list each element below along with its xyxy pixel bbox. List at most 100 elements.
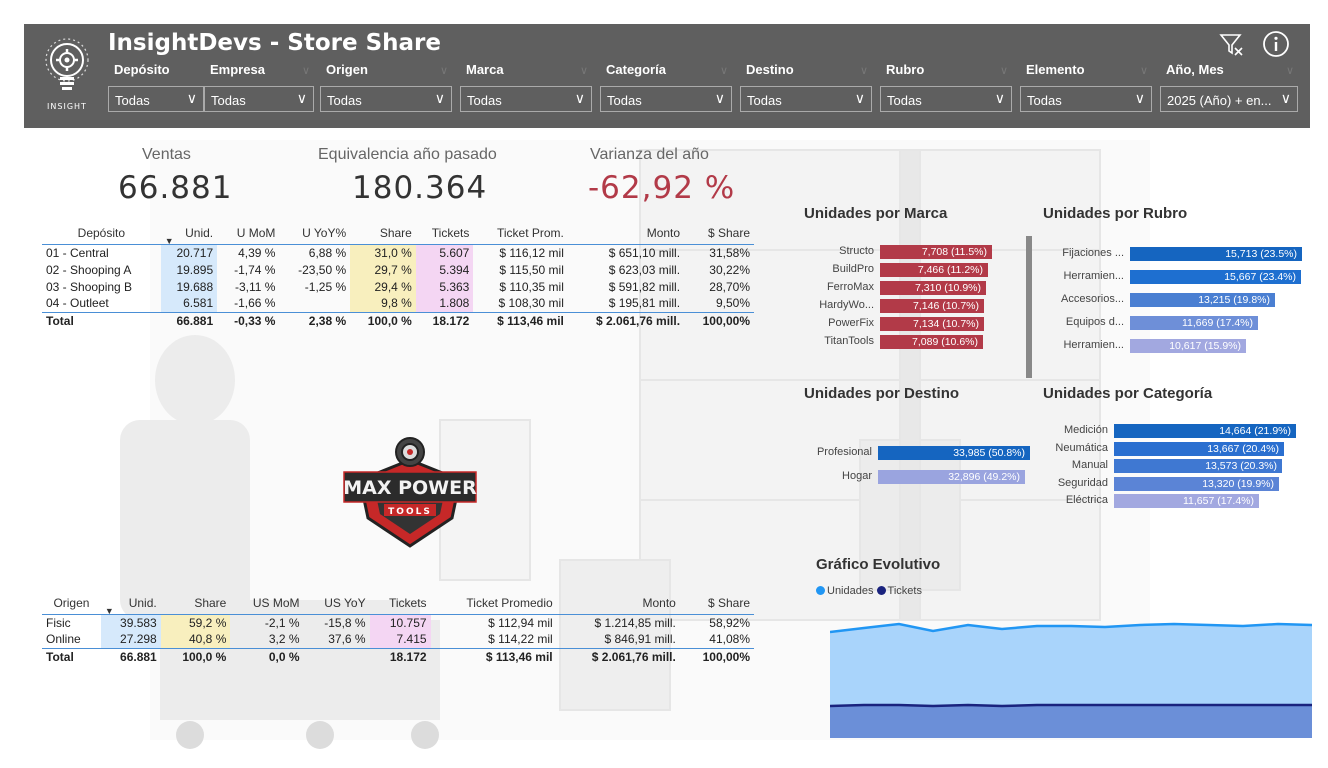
bar-row[interactable]: Hogar 32,896 (49.2%) [842,470,1030,484]
bar[interactable]: 13,573 (20.3%) [1114,459,1282,473]
info-icon[interactable] [1262,30,1290,58]
bar-row[interactable]: Herramien... 10,617 (15.9%) [1063,339,1302,353]
bar[interactable]: 32,896 (49.2%) [878,470,1025,484]
filter-origen-select[interactable]: Todas ∨ [320,86,452,112]
bar-row[interactable]: Herramien... 15,667 (23.4%) [1063,270,1302,284]
col-monto[interactable]: Monto [556,592,680,615]
bar[interactable]: 15,713 (23.5%) [1130,247,1302,261]
sort-desc-icon: ▼ [104,605,114,616]
tickets-line[interactable] [830,703,1312,708]
bar-category-label: Equipos d... [1065,316,1124,328]
filter-marca[interactable]: Marca ∨ Todas ∨ [460,62,592,112]
col-u-yoy[interactable]: U YoY% [279,222,351,245]
bar[interactable]: 7,089 (10.6%) [880,335,983,349]
col-ticket-promedio[interactable]: Ticket Promedio [430,592,557,615]
bar[interactable]: 10,617 (15.9%) [1130,339,1246,353]
filter-categoria-select[interactable]: Todas ∨ [600,86,732,112]
chevron-down-icon: ∨ [186,90,197,106]
col-us-yoy[interactable]: US YoY [303,592,370,615]
filter-anio-mes[interactable]: Año, Mes ∨ 2025 (Año) + en... ∨ [1160,62,1298,112]
scrollbar-track[interactable] [1026,236,1032,378]
bar[interactable]: 15,667 (23.4%) [1130,270,1301,284]
legend-item-unidades[interactable]: Unidades [816,585,873,597]
bar[interactable]: 13,667 (20.4%) [1114,441,1284,456]
bar[interactable]: 7,134 (10.7%) [880,317,984,331]
col-u-mom[interactable]: U MoM [217,222,280,245]
col-unid[interactable]: Unid. ▼ [160,222,218,246]
table-total-row: Total 66.881 -0,33 % 2,38 % 100,0 % 18.1… [42,311,754,329]
bar[interactable]: 7,708 (11.5%) [880,245,992,259]
bar-row[interactable]: Accesorios... 13,215 (19.8%) [1061,293,1302,307]
bar[interactable]: 7,310 (10.9%) [880,281,986,295]
bar-row[interactable]: TitanTools 7,089 (10.6%) [824,335,992,349]
filter-destino-select[interactable]: Todas ∨ [740,86,872,112]
table-row[interactable]: 04 - Outleet 6.581 -1,66 % 9,8 % 1.808 $… [42,295,754,312]
table-row[interactable]: Fisic 39.583 59,2 % -2,1 % -15,8 % 10.75… [42,614,754,631]
col-origen[interactable]: Origen [42,592,101,615]
bar[interactable]: 11,669 (17.4%) [1130,316,1258,330]
filter-rubro-select[interactable]: Todas ∨ [880,86,1012,112]
col-dollar-share[interactable]: $ Share [684,222,754,245]
filter-empresa-select[interactable]: Todas ∨ [204,86,314,112]
bar-row[interactable]: Eléctrica 11,657 (17.4%) [1066,494,1296,508]
bar-row[interactable]: Equipos d... 11,669 (17.4%) [1066,316,1302,330]
bar-row[interactable]: Fijaciones ... 15,713 (23.5%) [1062,247,1302,261]
bar[interactable]: 13,320 (19.9%) [1114,476,1279,491]
col-share[interactable]: Share [160,592,231,615]
bar-category-label: FerroMax [826,281,874,293]
chart-title-rubro: Unidades por Rubro [1043,205,1188,222]
col-deposito[interactable]: Depósito [42,222,161,245]
bar-row[interactable]: FerroMax 7,310 (10.9%) [827,281,992,295]
bar-row[interactable]: Neumática 13,667 (20.4%) [1055,441,1296,456]
bar-category-label: Manual [1071,459,1108,471]
table-row[interactable]: 03 - Shooping B 19.688 -3,11 % -1,25 % 2… [42,278,754,295]
bar-row[interactable]: PowerFix 7,134 (10.7%) [828,317,992,331]
filter-categoria[interactable]: Categoría ∨ Todas ∨ [600,62,732,112]
bar-row[interactable]: HardyWo... 7,146 (10.7%) [819,299,992,313]
col-unid[interactable]: Unid. ▼ [100,592,161,616]
filter-elemento-select[interactable]: Todas ∨ [1020,86,1152,112]
bar-row[interactable]: BuildPro 7,466 (11.2%) [832,263,992,277]
table-row[interactable]: 01 - Central 20.717 4,39 % 6,88 % 31,0 %… [42,244,754,261]
col-tickets[interactable]: Tickets [415,222,474,245]
filter-deposito[interactable]: Depósito Todas ∨ [108,62,204,112]
filter-destino[interactable]: Destino ∨ Todas ∨ [740,62,872,112]
bar-row[interactable]: Manual 13,573 (20.3%) [1072,459,1296,473]
bar-row[interactable]: Profesional 33,985 (50.8%) [817,446,1030,460]
bar-row[interactable]: Medición 14,664 (21.9%) [1064,424,1296,438]
filter-empresa[interactable]: Empresa ∨ Todas ∨ [204,62,314,112]
insight-logo: INSIGHT [36,38,98,118]
bar[interactable]: 33,985 (50.8%) [878,446,1030,460]
filter-elemento[interactable]: Elemento ∨ Todas ∨ [1020,62,1152,112]
bar-category-label: Medición [1063,424,1108,436]
legend-item-tickets[interactable]: Tickets [876,585,922,597]
bar-row[interactable]: Seguridad 13,320 (19.9%) [1058,476,1296,491]
bar[interactable]: 14,664 (21.9%) [1114,424,1296,438]
col-tickets[interactable]: Tickets [369,592,431,615]
origen-table: Origen Unid. ▼ Share US MoM US YoY Ticket… [42,592,754,665]
chevron-down-icon: ∨ [1285,65,1294,77]
table-row[interactable]: 02 - Shooping A 19.895 -1,74 % -23,50 % … [42,261,754,278]
filter-deposito-select[interactable]: Todas ∨ [108,86,204,112]
chart-title-marca: Unidades por Marca [804,205,948,222]
col-ticket-prom[interactable]: Ticket Prom. [473,222,568,245]
bar-category-label: Fijaciones ... [1062,247,1124,259]
scrollbar-thumb[interactable] [1026,236,1032,378]
table-row[interactable]: Online 27.298 40,8 % 3,2 % 37,6 % 7.415 … [42,631,754,648]
bar[interactable]: 7,146 (10.7%) [880,299,984,313]
bar[interactable]: 7,466 (11.2%) [880,263,988,277]
bar[interactable]: 11,657 (17.4%) [1114,494,1259,508]
filter-rubro[interactable]: Rubro ∨ Todas ∨ [880,62,1012,112]
col-monto[interactable]: Monto [567,222,685,245]
filter-origen[interactable]: Origen ∨ Todas ∨ [320,62,452,112]
col-share[interactable]: Share [350,222,416,245]
table-total-row: Total 66.881 100,0 % 0,0 % 18.172 $ 113,… [42,647,754,665]
col-dollar-share[interactable]: $ Share [679,592,754,615]
bar-row[interactable]: Structo 7,708 (11.5%) [839,245,992,259]
filter-marca-select[interactable]: Todas ∨ [460,86,592,112]
bar[interactable]: 13,215 (19.8%) [1130,293,1275,307]
filter-anio-mes-select[interactable]: 2025 (Año) + en... ∨ [1160,86,1298,112]
col-us-mom[interactable]: US MoM [230,592,304,615]
chevron-down-icon: ∨ [1139,65,1148,77]
clear-filter-icon[interactable] [1218,30,1246,58]
